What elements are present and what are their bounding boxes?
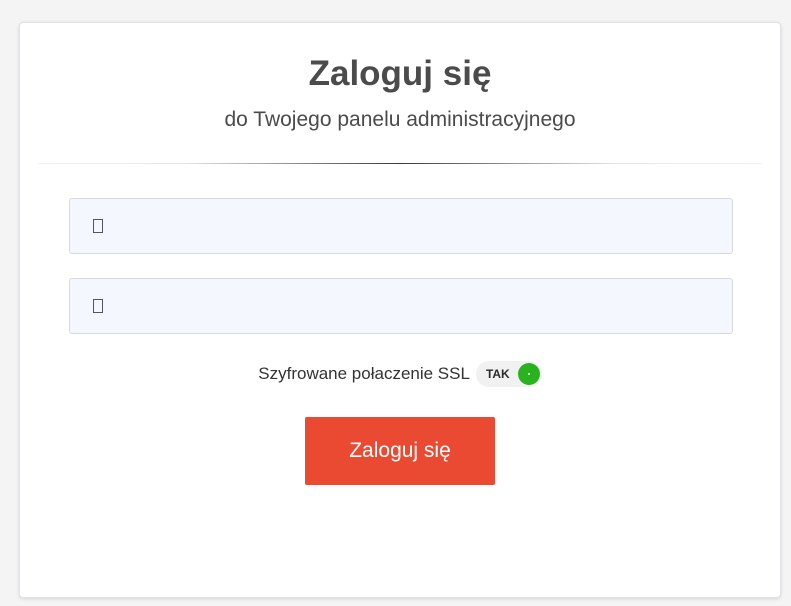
- divider: [38, 163, 762, 164]
- ssl-status-row: Szyfrowane połaczenie SSL TAK: [20, 360, 780, 388]
- ssl-badge: TAK: [475, 361, 542, 387]
- password-input[interactable]: [120, 279, 724, 335]
- ssl-status-dot-icon: [517, 363, 540, 385]
- ssl-status-text: TAK: [485, 367, 510, 381]
- login-field[interactable]: [69, 198, 733, 255]
- ssl-label: Szyfrowane połaczenie SSL: [258, 364, 470, 383]
- password-field[interactable]: [69, 278, 733, 335]
- user-icon: [93, 219, 103, 233]
- page-subtitle: do Twojego panelu administracyjnego: [224, 108, 576, 131]
- page-title: Zaloguj się: [308, 54, 492, 93]
- login-input[interactable]: [120, 199, 724, 255]
- login-button[interactable]: Zaloguj się: [305, 417, 495, 485]
- login-card: Zaloguj się do Twojego panelu administra…: [19, 22, 781, 598]
- lock-icon: [93, 299, 103, 313]
